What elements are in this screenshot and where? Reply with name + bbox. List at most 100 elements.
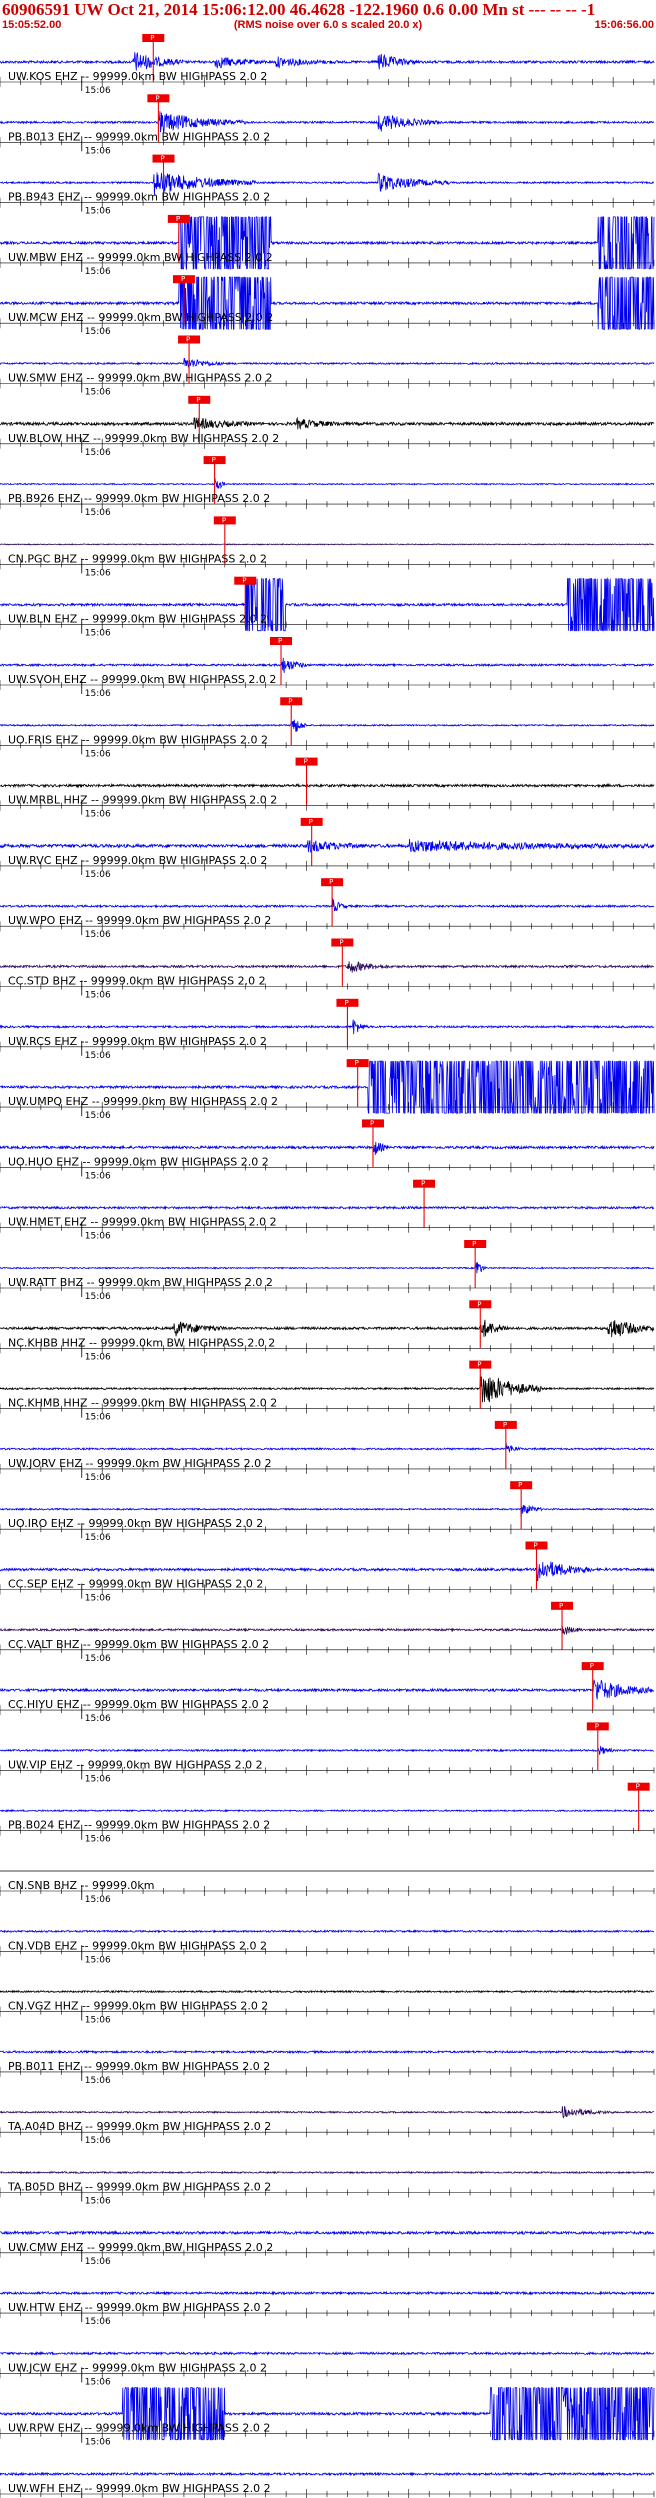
pick-label: P: [477, 1300, 481, 1308]
channel-label: UW.BLOW HHZ -- 99999.0km BW HIGHPASS 2.0…: [8, 432, 279, 445]
pick-label: P: [212, 456, 216, 464]
channel-trace: 15:06 P NC.KHMB HHZ -- 99999.0km BW HIGHPA…: [0, 1360, 655, 1423]
minute-label: 15:06: [85, 1051, 111, 1061]
channel-label: CN.SNB BHZ -- 99999.0km: [8, 1879, 155, 1892]
waveform: [0, 2106, 655, 2119]
channel-label: UW.HTW EHZ -- 99999.0km BW HIGHPASS 2.0 …: [8, 2301, 271, 2314]
channel-trace: 15:06 P UW.MCW EHZ -- 99999.0km BW HIGHPAS…: [0, 275, 655, 337]
channel-label: NC.KHBB HHZ -- 99999.0km BW HIGHPASS 2.0…: [8, 1336, 275, 1349]
channel-label: PB.B011 EHZ -- 99999.0km BW HIGHPASS 2.0…: [8, 2060, 270, 2073]
channel-trace: 15:06 UW.CMW EHZ -- 99999.0km BW HIGHPASS…: [0, 2229, 655, 2267]
waveform: [0, 2170, 655, 2175]
channel-label: UW.VIP EHZ -- 99999.0km BW HIGHPASS 2.0 …: [8, 1758, 263, 1771]
minute-label: 15:06: [85, 2136, 111, 2146]
minute-label: 15:06: [85, 2076, 111, 2086]
pick-label: P: [595, 1722, 599, 1730]
channel-label: CC.STD BHZ -- 99999.0km BW HIGHPASS 2.0 …: [8, 975, 266, 988]
minute-label: 15:06: [85, 508, 111, 518]
channel-trace: 15:06 P PB.B013 EHZ -- 99999.0km BW HIGHPA…: [0, 94, 655, 156]
channel-label: UW.WFH EHZ -- 99999.0km BW HIGHPASS 2.0 …: [8, 2482, 271, 2495]
seismogram-chart: 15:06 P UW.KOS EHZ -- 99999.0km BW HIGHPAS…: [0, 34, 655, 2498]
channel-label: CC.HIYU EHZ -- 99999.0km BW HIGHPASS 2.0…: [8, 1698, 269, 1711]
waveform: [0, 1808, 655, 1813]
waveform: [0, 898, 655, 912]
waveform: [0, 1745, 655, 1756]
channel-label: NC.KHMB HHZ -- 99999.0km BW HIGHPASS 2.0…: [8, 1397, 277, 1410]
channel-label: UW.RATT BHZ -- 99999.0km BW HIGHPASS 2.0…: [8, 1276, 273, 1289]
waveform: [0, 1989, 655, 1994]
waveform: [0, 477, 655, 490]
channel-label: UW.SMW EHZ -- 99999.0km BW HIGHPASS 2.0 …: [8, 372, 273, 385]
channel-trace: 15:06 P UW.WPO EHZ -- 99999.0km BW HIGHPAS…: [0, 878, 655, 940]
pick-label: P: [518, 1481, 522, 1489]
pick-label: P: [309, 818, 313, 826]
channel-trace: 15:06 P UW.SMW EHZ -- 99999.0km BW HIGHPAS…: [0, 335, 655, 398]
channel-trace: 15:06 P UW.RCS EHZ -- 99999.0km BW HIGHPAS…: [0, 998, 655, 1061]
channel-label: CN.PGC BHZ -- 99999.0km BW HIGHPASS 2.0 …: [8, 552, 267, 565]
pick-label: P: [288, 697, 292, 705]
channel-trace: 15:06 P PB.B024 EHZ -- 99999.0km BW HIGHPA…: [0, 1782, 655, 1845]
minute-label: 15:06: [85, 1171, 111, 1181]
channel-trace: 15:06 P UW.VIP EHZ -- 99999.0km BW HIGHPAS…: [0, 1722, 655, 1784]
waveform: [0, 358, 655, 369]
minute-label: 15:06: [85, 1594, 111, 1604]
pick-label: P: [421, 1180, 425, 1188]
waveform: [0, 111, 655, 134]
channel-trace: 15:06 P UW.HMET EHZ -- 99999.0km BW HIGHPA…: [0, 1179, 655, 1242]
waveform: [0, 1679, 655, 1700]
pick-label: P: [161, 155, 165, 163]
waveform: [0, 2049, 655, 2055]
waveform: [0, 1141, 655, 1156]
channel-trace: 15:06 P PB.B926 EHZ -- 99999.0km BW HIGHPA…: [0, 456, 655, 518]
waveform: [0, 52, 655, 71]
waveform: [0, 657, 654, 673]
channel-label: CC.VALT BHZ -- 99999.0km BW HIGHPASS 2.0…: [8, 1638, 269, 1651]
channel-trace: 15:06 P CC.HIYU EHZ -- 99999.0km BW HIGHPA…: [0, 1662, 655, 1724]
minute-label: 15:06: [85, 1895, 111, 1905]
channel-label: PB.B013 EHZ -- 99999.0km BW HIGHPASS 2.0…: [8, 130, 270, 143]
minute-label: 15:06: [85, 870, 111, 880]
minute-label: 15:06: [85, 991, 111, 1001]
channel-trace: 15:06 UW.HTW EHZ -- 99999.0km BW HIGHPASS…: [0, 2290, 655, 2327]
channel-trace: 15:06 TA.B05D BHZ -- 99999.0km BW HIGHPAS…: [0, 2170, 655, 2207]
pick-label: P: [503, 1421, 507, 1429]
waveform: [0, 1319, 655, 1338]
minute-label: 15:06: [85, 1654, 111, 1664]
channel-trace: 15:06 P UW.SVOH EHZ -- 99999.0km BW HIGHPA…: [0, 637, 655, 699]
waveform: [0, 1262, 655, 1274]
channel-trace: 15:06 P UW.MRBL HHZ -- 99999.0km BW HIGHPA…: [0, 757, 655, 820]
pick-label: P: [196, 396, 200, 404]
minute-label: 15:06: [85, 568, 111, 578]
channel-trace: 15:06 P CN.PGC BHZ -- 99999.0km BW HIGHPAS…: [0, 516, 655, 578]
channel-trace: 15:06 P PB.B943 EHZ -- 99999.0km BW HIGHPA…: [0, 154, 655, 217]
pick-label: P: [181, 275, 185, 283]
waveform: [0, 1626, 655, 1636]
channel-label: UW.RCS EHZ -- 99999.0km BW HIGHPASS 2.0 …: [8, 1035, 267, 1048]
minute-label: 15:06: [85, 1473, 111, 1483]
channel-label: UO.HUO EHZ -- 99999.0km BW HIGHPASS 2.0 …: [8, 1155, 269, 1168]
minute-label: 15:06: [85, 689, 111, 699]
channel-label: UW.BLN EHZ -- 99999.0km BW HIGHPASS 2.0 …: [8, 613, 267, 626]
channel-trace: 15:06 P CC.STD BHZ -- 99999.0km BW HIGHPAS…: [0, 938, 655, 1001]
minute-label: 15:06: [85, 2377, 111, 2387]
channel-trace: 15:06 P UW.JORV EHZ -- 99999.0km BW HIGHPA…: [0, 1420, 655, 1483]
channel-label: UW.JORV EHZ -- 99999.0km BW HIGHPASS 2.0…: [8, 1457, 272, 1470]
waveform: [0, 1504, 655, 1517]
channel-label: UW.MCW EHZ -- 99999.0km BW HIGHPASS 2.0 …: [8, 311, 273, 324]
channel-label: UW.HMET EHZ -- 99999.0km BW HIGHPASS 2.0…: [8, 1216, 277, 1229]
channel-trace: 15:06 P UW.RATT BHZ -- 99999.0km BW HIGHPA…: [0, 1240, 655, 1302]
waveform: [0, 2290, 655, 2296]
channel-label: UW.CMW EHZ -- 99999.0km BW HIGHPASS 2.0 …: [8, 2241, 273, 2254]
channel-trace: 15:06 CN.VGZ HHZ -- 99999.0km BW HIGHPASS…: [0, 1989, 655, 2026]
minute-label: 15:06: [85, 749, 111, 759]
minute-label: 15:06: [85, 1774, 111, 1784]
pick-label: P: [344, 999, 348, 1007]
channel-trace: 15:06 P UO.IRO EHZ -- 99999.0km BW HIGHPAS…: [0, 1481, 655, 1543]
channel-label: TA.B05D BHZ -- 99999.0km BW HIGHPASS 2.0…: [7, 2181, 271, 2194]
minute-label: 15:06: [85, 1714, 111, 1724]
pick-label: P: [477, 1361, 481, 1369]
waveform: [0, 2350, 655, 2357]
pick-label: P: [222, 516, 226, 524]
minute-label: 15:06: [85, 1111, 111, 1121]
minute-label: 15:06: [85, 1413, 111, 1423]
